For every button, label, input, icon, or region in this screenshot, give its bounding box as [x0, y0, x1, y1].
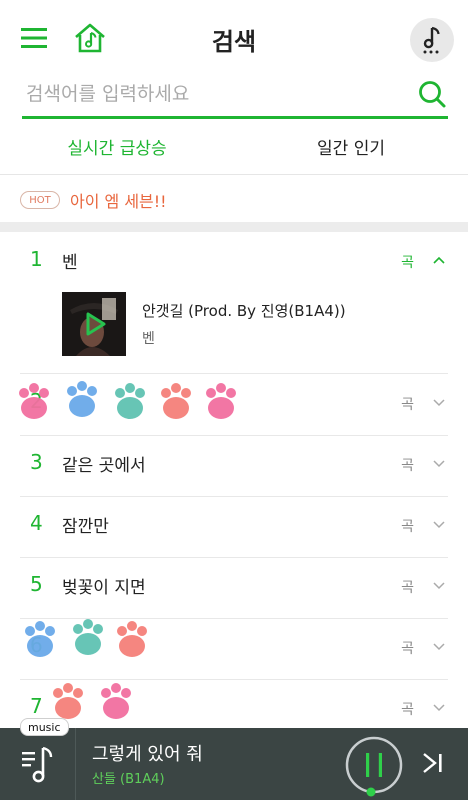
item-tag: 곡	[401, 641, 414, 657]
paw-sticker-icon	[18, 618, 158, 668]
hot-text: 아이 엠 세븐!!	[70, 192, 167, 211]
now-playing-title: 그렇게 있어 줘	[92, 744, 203, 765]
expanded-song[interactable]: 안갯길 (Prod. By 진영(B1A4)) 벤	[62, 292, 442, 356]
music-tag: music	[20, 718, 69, 736]
hot-badge: HOT	[20, 191, 60, 209]
album-art	[62, 292, 126, 356]
item-tag: 곡	[401, 397, 414, 413]
pause-icon[interactable]	[344, 736, 404, 797]
tab-daily[interactable]: 일간 인기	[234, 118, 468, 174]
chevron-down-icon[interactable]	[432, 394, 446, 408]
player-divider	[75, 728, 76, 800]
top-bar: 검색	[0, 0, 468, 78]
mini-player[interactable]: 그렇게 있어 줘 산들 (B1A4)	[0, 728, 468, 800]
search-bar	[22, 76, 448, 119]
song-artist: 벤	[142, 331, 155, 347]
search-input[interactable]	[26, 76, 406, 112]
menu-icon[interactable]	[18, 22, 50, 54]
rank-number: 3	[30, 450, 43, 474]
chevron-down-icon[interactable]	[432, 638, 446, 652]
paw-sticker-icon	[16, 380, 238, 430]
item-tag: 곡	[401, 580, 414, 596]
rank-number: 4	[30, 511, 43, 535]
section-divider	[0, 222, 468, 232]
item-title: 같은 곳에서	[62, 456, 146, 476]
search-icon[interactable]	[416, 78, 448, 110]
item-title: 잠깐만	[62, 517, 109, 537]
now-playing-artist: 산들 (B1A4)	[92, 772, 165, 787]
chevron-down-icon[interactable]	[432, 516, 446, 530]
song-title: 안갯길 (Prod. By 진영(B1A4))	[142, 302, 346, 320]
item-tag: 곡	[401, 519, 414, 535]
list-item[interactable]: 3 같은 곳에서 곡	[20, 435, 448, 497]
ranking-list: 1 벤 곡 안갯길 (Prod. By 진영(B1A4)) 벤 2 곡	[0, 232, 468, 728]
item-tag: 곡	[401, 255, 414, 271]
list-item[interactable]: 5 벚꽃이 지면 곡	[20, 557, 448, 619]
music-note-icon[interactable]	[410, 18, 454, 62]
page-title: 검색	[211, 28, 257, 56]
tab-realtime[interactable]: 실시간 급상승	[0, 118, 234, 174]
home-music-icon[interactable]	[72, 20, 108, 56]
item-tag: 곡	[401, 458, 414, 474]
playlist-icon[interactable]	[16, 742, 62, 788]
rank-number: 5	[30, 572, 43, 596]
chevron-down-icon[interactable]	[432, 699, 446, 713]
hot-banner[interactable]: HOT 아이 엠 세븐!!	[0, 174, 468, 222]
item-tag: 곡	[401, 702, 414, 718]
next-track-icon[interactable]	[418, 748, 448, 778]
item-title: 벤	[62, 253, 78, 273]
chevron-down-icon[interactable]	[432, 577, 446, 591]
rank-number: 1	[30, 247, 43, 271]
list-item[interactable]: 1 벤 곡 안갯길 (Prod. By 진영(B1A4)) 벤	[20, 232, 448, 374]
tab-bar: 실시간 급상승 일간 인기	[0, 118, 468, 175]
list-item[interactable]: 4 잠깐만 곡	[20, 496, 448, 558]
chevron-up-icon[interactable]	[432, 252, 446, 266]
chevron-down-icon[interactable]	[432, 455, 446, 469]
item-title: 벚꽃이 지면	[62, 578, 146, 598]
